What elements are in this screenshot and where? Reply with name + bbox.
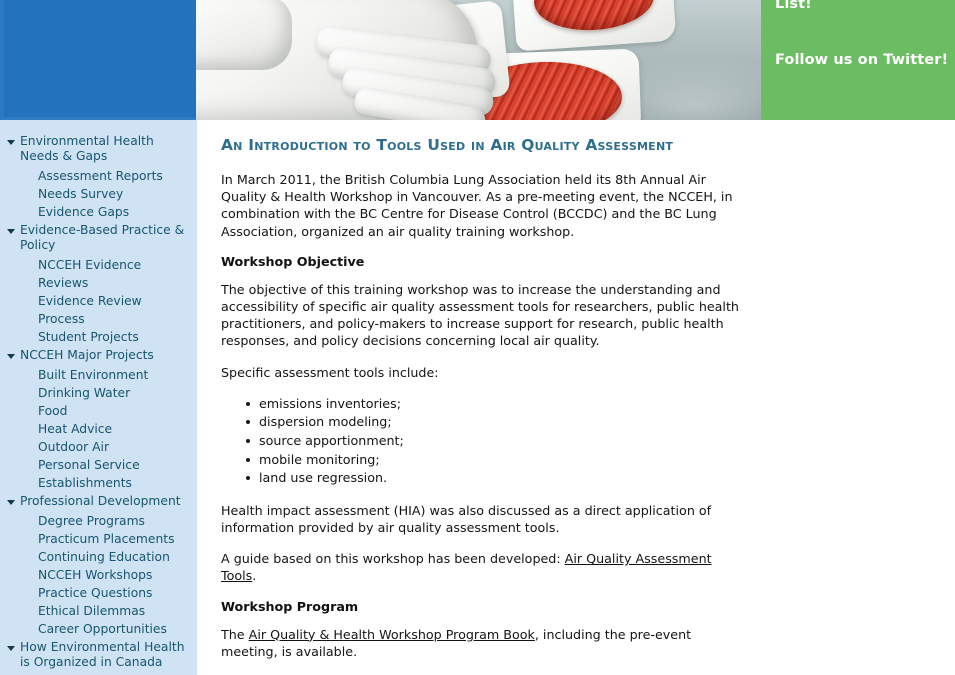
sidebar-group-label: NCCEH Major Projects — [20, 348, 154, 362]
promo-panel: List! Follow us on Twitter! — [761, 0, 955, 120]
list-item: land use regression. — [246, 469, 739, 488]
sidebar-group: Professional Development Degree Programs P… — [0, 494, 197, 638]
workshop-objective-paragraph: The objective of this training workshop … — [221, 281, 739, 349]
sidebar-navigation: Environmental Health Needs & Gaps Assessm… — [0, 120, 197, 675]
guide-prefix-text: A guide based on this workshop has been … — [221, 551, 565, 567]
guide-paragraph: A guide based on this workshop has been … — [221, 550, 739, 584]
sidebar-item-personal-service-establishments[interactable]: Personal Service Establishments — [0, 456, 197, 492]
sidebar-item-evidence-gaps[interactable]: Evidence Gaps — [0, 203, 197, 221]
sidebar-group: NCCEH Major Projects Built Environment Dri… — [0, 348, 197, 492]
sidebar-item-evidence-review-process[interactable]: Evidence Review Process — [0, 292, 197, 328]
workshop-program-heading: Workshop Program — [221, 598, 359, 614]
main-content: An Introduction to Tools Used in Air Qua… — [197, 120, 955, 675]
bullet-icon — [246, 420, 250, 425]
program-prefix-text: The — [221, 626, 249, 642]
sidebar-group: Environmental Health Needs & Gaps Assessm… — [0, 134, 197, 221]
glove-cuff — [196, 0, 292, 70]
sidebar-group-label: Environmental Health Needs & Gaps — [20, 134, 154, 163]
sidebar-item-career-opportunities[interactable]: Career Opportunities — [0, 620, 197, 638]
sidebar-item-outdoor-air[interactable]: Outdoor Air — [0, 438, 197, 456]
sidebar-group: How Environmental Health is Organized in… — [0, 640, 197, 675]
page-root: List! Follow us on Twitter! Environmenta… — [0, 0, 955, 675]
sidebar-item-ncceh-workshops[interactable]: NCCEH Workshops — [0, 566, 197, 584]
sidebar-group: Evidence-Based Practice & Policy NCCEH Ev… — [0, 223, 197, 346]
bullet-icon — [246, 457, 250, 462]
sidebar-item-practicum-placements[interactable]: Practicum Placements — [0, 530, 197, 548]
sidebar-item-practice-questions[interactable]: Practice Questions — [0, 584, 197, 602]
sidebar-item-continuing-education[interactable]: Continuing Education — [0, 548, 197, 566]
program-paragraph: The Air Quality & Health Workshop Progra… — [221, 626, 739, 660]
chevron-down-icon[interactable] — [7, 500, 15, 505]
bullet-icon — [246, 476, 250, 481]
chevron-down-icon[interactable] — [7, 229, 15, 234]
tools-lead-in: Specific assessment tools include: — [221, 364, 439, 380]
banner-photo — [196, 0, 761, 120]
site-banner: List! Follow us on Twitter! — [0, 0, 955, 120]
sidebar-group-header[interactable]: Professional Development — [0, 494, 197, 509]
promo-mailing-list-text[interactable]: List! — [775, 0, 812, 13]
sidebar-item-needs-survey[interactable]: Needs Survey — [0, 185, 197, 203]
sidebar-group-label: Evidence-Based Practice & Policy — [20, 223, 185, 252]
sidebar-item-heat-advice[interactable]: Heat Advice — [0, 420, 197, 438]
guide-suffix-text: . — [252, 568, 257, 584]
sidebar-group-header[interactable]: NCCEH Major Projects — [0, 348, 197, 363]
workshop-objective-heading: Workshop Objective — [221, 253, 365, 269]
sidebar-group-label: Professional Development — [20, 494, 181, 508]
list-item: emissions inventories; — [246, 395, 739, 414]
assessment-tool-item: land use regression. — [259, 470, 388, 486]
assessment-tool-item: emissions inventories; — [259, 395, 401, 411]
assessment-tools-list: emissions inventories; dispersion modelin… — [221, 395, 739, 488]
brand-block-edge — [0, 0, 4, 120]
sidebar-item-ethical-dilemmas[interactable]: Ethical Dilemmas — [0, 602, 197, 620]
sidebar-item-student-projects[interactable]: Student Projects — [0, 328, 197, 346]
gloved-hand — [196, 0, 526, 120]
sidebar-group-label: How Environmental Health is Organized in… — [20, 640, 185, 669]
assessment-tool-item: source apportionment; — [259, 433, 404, 449]
sidebar-group-header[interactable]: Evidence-Based Practice & Policy — [0, 223, 197, 253]
assessment-tool-item: dispersion modeling; — [259, 414, 392, 430]
hia-paragraph: Health impact assessment (HIA) was also … — [221, 502, 712, 535]
brand-block — [0, 0, 196, 120]
sidebar-item-built-environment[interactable]: Built Environment — [0, 366, 197, 384]
assessment-tool-item: mobile monitoring; — [259, 451, 380, 467]
sidebar-item-assessment-reports[interactable]: Assessment Reports — [0, 167, 197, 185]
intro-paragraph: In March 2011, the British Columbia Lung… — [221, 172, 733, 239]
bullet-icon — [246, 439, 250, 444]
list-item: dispersion modeling; — [246, 413, 739, 432]
chevron-down-icon[interactable] — [7, 646, 15, 651]
sidebar-group-header[interactable]: How Environmental Health is Organized in… — [0, 640, 197, 670]
page-title: An Introduction to Tools Used in Air Qua… — [221, 136, 674, 154]
chevron-down-icon[interactable] — [7, 354, 15, 359]
list-item: mobile monitoring; — [246, 451, 739, 470]
sidebar-item-drinking-water[interactable]: Drinking Water — [0, 384, 197, 402]
chevron-down-icon[interactable] — [7, 140, 15, 145]
bullet-icon — [246, 401, 250, 406]
program-book-link[interactable]: Air Quality & Health Workshop Program Bo… — [249, 627, 535, 642]
sidebar-item-food[interactable]: Food — [0, 402, 197, 420]
promo-twitter-link[interactable]: Follow us on Twitter! — [775, 52, 948, 69]
list-item: source apportionment; — [246, 432, 739, 451]
sidebar-item-degree-programs[interactable]: Degree Programs — [0, 512, 197, 530]
sidebar-item-ncceh-evidence-reviews[interactable]: NCCEH Evidence Reviews — [0, 256, 197, 292]
sidebar-group-header[interactable]: Environmental Health Needs & Gaps — [0, 134, 197, 164]
